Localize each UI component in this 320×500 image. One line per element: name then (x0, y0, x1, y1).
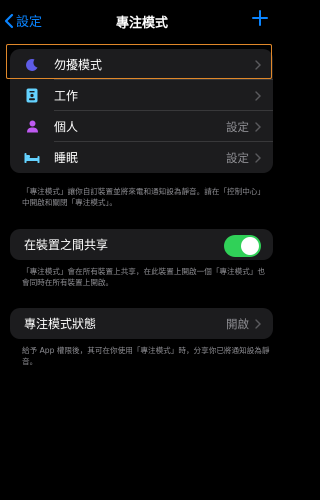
focus-mode-label: 睡眠 (54, 151, 79, 165)
chevron-right-icon (255, 121, 261, 132)
focus-modes-footer: 「專注模式」讓你自訂裝置並將來電和通知設為靜音。請在「控制中心」中開啟和關閉「專… (22, 187, 265, 207)
focus-status-label: 專注模式狀態 (24, 317, 97, 331)
focus-status-row[interactable]: 專注模式狀態 開啟 (10, 308, 273, 339)
share-footer: 「專注模式」會在所有裝置上共享，在此裝置上開啟一個「專注模式」也會同時在所有裝置… (22, 267, 265, 287)
focus-mode-value: 設定 (226, 150, 249, 165)
focus-mode-value: 設定 (226, 119, 249, 134)
navigation-bar: 設定 專注模式 (0, 0, 284, 40)
focus-mode-label: 工作 (54, 89, 79, 103)
chevron-right-icon (255, 152, 261, 163)
focus-mode-personal[interactable]: 個人 設定 (10, 111, 273, 142)
focus-status-value: 開啟 (226, 316, 249, 331)
add-focus-button[interactable] (252, 10, 268, 30)
selection-highlight (6, 44, 272, 79)
id-badge-icon (24, 88, 40, 104)
focus-status-group: 專注模式狀態 開啟 (10, 308, 273, 339)
share-across-devices-group: 在裝置之間共享 (10, 229, 273, 260)
focus-mode-work[interactable]: 工作 (10, 80, 273, 111)
page-title: 專注模式 (115, 16, 168, 31)
share-across-devices-toggle[interactable] (224, 235, 261, 257)
plus-icon (252, 10, 268, 26)
bed-icon (24, 150, 40, 166)
focus-mode-label: 個人 (54, 120, 79, 134)
toggle-knob (241, 237, 259, 255)
share-across-devices-label: 在裝置之間共享 (24, 238, 109, 252)
focus-status-footer: 給予 App 權限後，其可在你使用「專注模式」時，分享你已將通知設為靜音。 (22, 346, 270, 366)
person-icon (24, 119, 40, 135)
chevron-right-icon (255, 90, 261, 101)
focus-mode-sleep[interactable]: 睡眠 設定 (10, 142, 273, 173)
chevron-right-icon (255, 318, 261, 329)
